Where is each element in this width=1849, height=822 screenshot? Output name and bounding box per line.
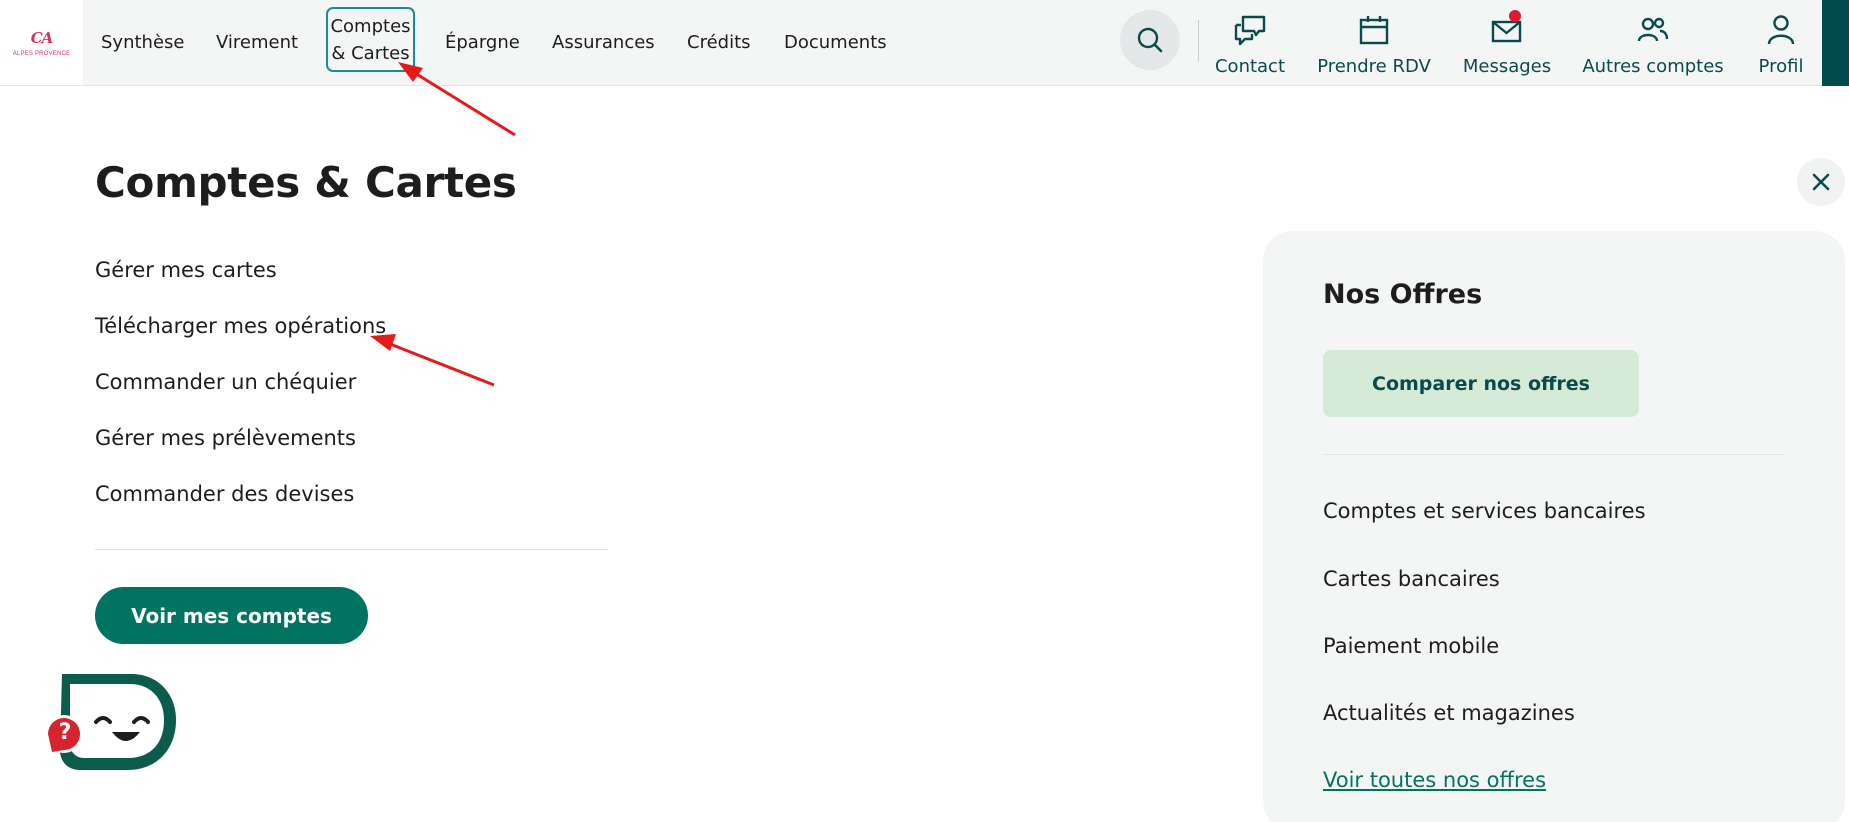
menu-link-gerer-cartes[interactable]: Gérer mes cartes — [95, 250, 386, 306]
calendar-icon — [1354, 10, 1394, 50]
offer-link-paiement-mobile[interactable]: Paiement mobile — [1323, 634, 1499, 658]
see-my-accounts-button[interactable]: Voir mes comptes — [95, 587, 368, 644]
other-accounts-button[interactable]: Autres comptes — [1582, 0, 1724, 85]
envelope-icon — [1487, 10, 1527, 50]
menu-divider — [95, 549, 608, 550]
search-button[interactable] — [1120, 10, 1180, 70]
chat-bubbles-icon — [1230, 10, 1270, 50]
close-menu-button[interactable] — [1797, 158, 1845, 206]
menu-link-gerer-prelevements[interactable]: Gérer mes prélèvements — [95, 418, 386, 474]
help-badge: ? — [58, 720, 72, 745]
contact-button[interactable]: Contact — [1214, 0, 1286, 85]
contact-label: Contact — [1214, 56, 1286, 77]
menu-link-commander-devises[interactable]: Commander des devises — [95, 474, 386, 530]
offer-link-comptes-services[interactable]: Comptes et services bancaires — [1323, 499, 1646, 523]
nav-item-comptes-label-line2: & Cartes — [331, 42, 410, 64]
nav-item-virement[interactable]: Virement — [216, 0, 298, 85]
menu-link-list: Gérer mes cartes Télécharger mes opérati… — [95, 250, 386, 530]
nav-item-credits[interactable]: Crédits — [687, 0, 751, 85]
other-accounts-label: Autres comptes — [1582, 56, 1724, 77]
nav-item-comptes-cartes[interactable]: Comptes & Cartes — [326, 7, 415, 72]
toolbar-separator — [1198, 20, 1199, 62]
offers-title: Nos Offres — [1323, 279, 1483, 310]
right-edge-bar — [1822, 0, 1849, 86]
appointment-label: Prendre RDV — [1317, 56, 1431, 77]
bank-logo[interactable]: CA ALPES PROVENCE — [0, 0, 83, 85]
nav-item-synthese[interactable]: Synthèse — [101, 0, 184, 85]
menu-link-telecharger-operations[interactable]: Télécharger mes opérations — [95, 306, 386, 362]
offers-divider — [1323, 454, 1783, 455]
search-icon — [1137, 27, 1163, 53]
page-title: Comptes & Cartes — [95, 158, 517, 207]
menu-link-commander-chequier[interactable]: Commander un chéquier — [95, 362, 386, 418]
messages-button[interactable]: Messages — [1461, 0, 1553, 85]
chatbot-button[interactable]: ? — [40, 670, 190, 790]
appointment-button[interactable]: Prendre RDV — [1316, 0, 1432, 85]
messages-label: Messages — [1462, 56, 1552, 77]
top-navigation-bar: CA ALPES PROVENCE Synthèse Virement Comp… — [0, 0, 1849, 86]
offer-link-cartes-bancaires[interactable]: Cartes bancaires — [1323, 567, 1500, 591]
nav-item-assurances[interactable]: Assurances — [552, 0, 655, 85]
offers-panel: Nos Offres Comparer nos offres Comptes e… — [1263, 231, 1845, 822]
profile-button[interactable]: Profil — [1749, 0, 1813, 85]
logo-subtitle: ALPES PROVENCE — [12, 50, 71, 57]
arrow-to-download-link — [370, 334, 495, 387]
nav-item-comptes-label-line1: Comptes — [330, 15, 411, 37]
profile-label: Profil — [1758, 56, 1804, 77]
compare-offers-button[interactable]: Comparer nos offres — [1323, 350, 1639, 417]
user-icon — [1761, 10, 1801, 50]
close-icon — [1812, 173, 1830, 191]
notification-dot — [1509, 10, 1521, 22]
logo-mark: CA — [30, 28, 54, 47]
offer-link-actualites[interactable]: Actualités et magazines — [1323, 701, 1575, 725]
see-all-offers-link[interactable]: Voir toutes nos offres — [1323, 768, 1546, 792]
nav-item-documents[interactable]: Documents — [784, 0, 887, 85]
people-icon — [1633, 10, 1673, 50]
nav-item-epargne[interactable]: Épargne — [445, 0, 520, 85]
